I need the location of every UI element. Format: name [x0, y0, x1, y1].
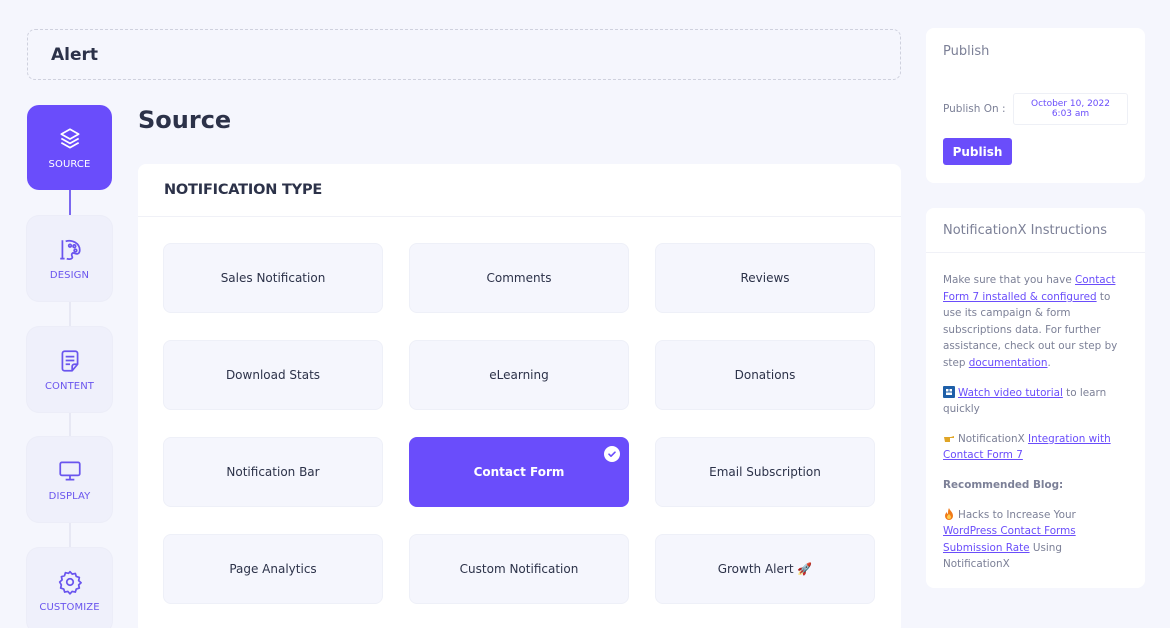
fire-icon	[945, 507, 953, 520]
recommended-blog-label: Recommended Blog:	[943, 478, 1064, 491]
notification-type-card[interactable]: Download Stats	[163, 340, 383, 410]
instructions-paragraph: Make sure that you have Contact Form 7 i…	[943, 272, 1128, 372]
publish-button[interactable]: Publish	[943, 138, 1012, 165]
text: .	[1047, 356, 1051, 369]
notification-type-card[interactable]: Page Analytics	[163, 534, 383, 604]
integration-paragraph: NotificationX Integration with Contact F…	[943, 431, 1128, 464]
documentation-link[interactable]: documentation	[969, 357, 1048, 369]
step-customize[interactable]: CUSTOMIZE	[27, 548, 112, 628]
step-connector	[69, 411, 71, 437]
monitor-icon	[58, 460, 81, 481]
publish-on-row: Publish On : October 10, 2022 6:03 am	[943, 93, 1128, 125]
selected-check-icon	[604, 446, 620, 462]
notification-type-card[interactable]: Reviews	[655, 243, 875, 313]
video-icon	[943, 385, 955, 398]
notification-type-label: Sales Notification	[220, 271, 326, 285]
step-connector	[69, 190, 71, 216]
page-title: Source	[138, 106, 232, 134]
instructions-box: NotificationX Instructions Make sure tha…	[926, 208, 1145, 588]
notification-type-card[interactable]: Donations	[655, 340, 875, 410]
notification-type-label: Notification Bar	[226, 465, 320, 479]
step-connector	[69, 301, 71, 327]
notification-type-label: Reviews	[740, 271, 790, 285]
gear-icon	[58, 570, 82, 595]
notification-type-label: Donations	[734, 368, 796, 382]
instructions-title: NotificationX Instructions	[926, 208, 1145, 253]
text: Hacks to Increase Your	[958, 508, 1076, 521]
blog-paragraph: Hacks to Increase Your WordPress Contact…	[943, 507, 1128, 573]
notification-type-label: Email Subscription	[709, 465, 821, 479]
text: NotificationX	[958, 432, 1029, 445]
publish-on-label: Publish On :	[943, 103, 1006, 115]
publish-date: October 10, 2022	[1031, 99, 1110, 109]
document-icon	[61, 349, 78, 372]
notification-type-label: Custom Notification	[459, 562, 579, 576]
video-paragraph: Watch video tutorial to learn quickly	[943, 385, 1128, 418]
notification-type-label: Growth Alert 🚀	[717, 562, 813, 576]
notification-type-card[interactable]: Email Subscription	[655, 437, 875, 507]
notification-type-grid: Sales Notification Comments Reviews Downloa…	[163, 243, 875, 604]
notification-type-card[interactable]: Growth Alert 🚀	[655, 534, 875, 604]
publish-time: 6:03 am	[1051, 109, 1090, 119]
publish-box: Publish Publish On : October 10, 2022 6:…	[926, 28, 1145, 183]
layers-icon	[59, 127, 80, 149]
notification-type-card[interactable]: Notification Bar	[163, 437, 383, 507]
step-label: DESIGN	[49, 269, 90, 281]
video-tutorial-link[interactable]: Watch video tutorial	[958, 387, 1063, 399]
notification-type-card[interactable]: Contact Form	[409, 437, 629, 507]
notification-type-card[interactable]: Sales Notification	[163, 243, 383, 313]
notification-type-label: Download Stats	[225, 368, 321, 382]
step-display[interactable]: DISPLAY	[27, 437, 112, 522]
notification-type-panel: NOTIFICATION TYPE Sales Notification Comm…	[138, 164, 901, 628]
notification-type-label: Page Analytics	[229, 562, 317, 576]
palette-icon	[59, 239, 81, 260]
notification-title-text: Alert	[51, 44, 99, 65]
notification-type-label: eLearning	[489, 368, 549, 382]
instructions-body: Make sure that you have Contact Form 7 i…	[926, 253, 1145, 573]
notification-type-label: Comments	[486, 271, 552, 285]
notification-title-field[interactable]: Alert	[27, 29, 901, 80]
text: Make sure that you have	[943, 274, 1076, 286]
step-label: CONTENT	[44, 380, 95, 392]
notification-type-card[interactable]: Comments	[409, 243, 629, 313]
step-source[interactable]: SOURCE	[27, 105, 112, 190]
notification-type-card[interactable]: Custom Notification	[409, 534, 629, 604]
step-content[interactable]: CONTENT	[27, 327, 112, 412]
publish-title: Publish	[943, 44, 990, 59]
publish-date-picker[interactable]: October 10, 2022 6:03 am	[1013, 93, 1128, 125]
step-design[interactable]: DESIGN	[27, 216, 112, 301]
step-label: DISPLAY	[48, 490, 91, 502]
step-label: CUSTOMIZE	[39, 601, 100, 613]
step-label: SOURCE	[48, 158, 91, 170]
notification-type-label: Contact Form	[473, 465, 565, 479]
notification-type-card[interactable]: eLearning	[409, 340, 629, 410]
pointing-hand-icon	[944, 435, 954, 442]
step-connector	[69, 522, 71, 548]
section-title: NOTIFICATION TYPE	[138, 164, 901, 217]
